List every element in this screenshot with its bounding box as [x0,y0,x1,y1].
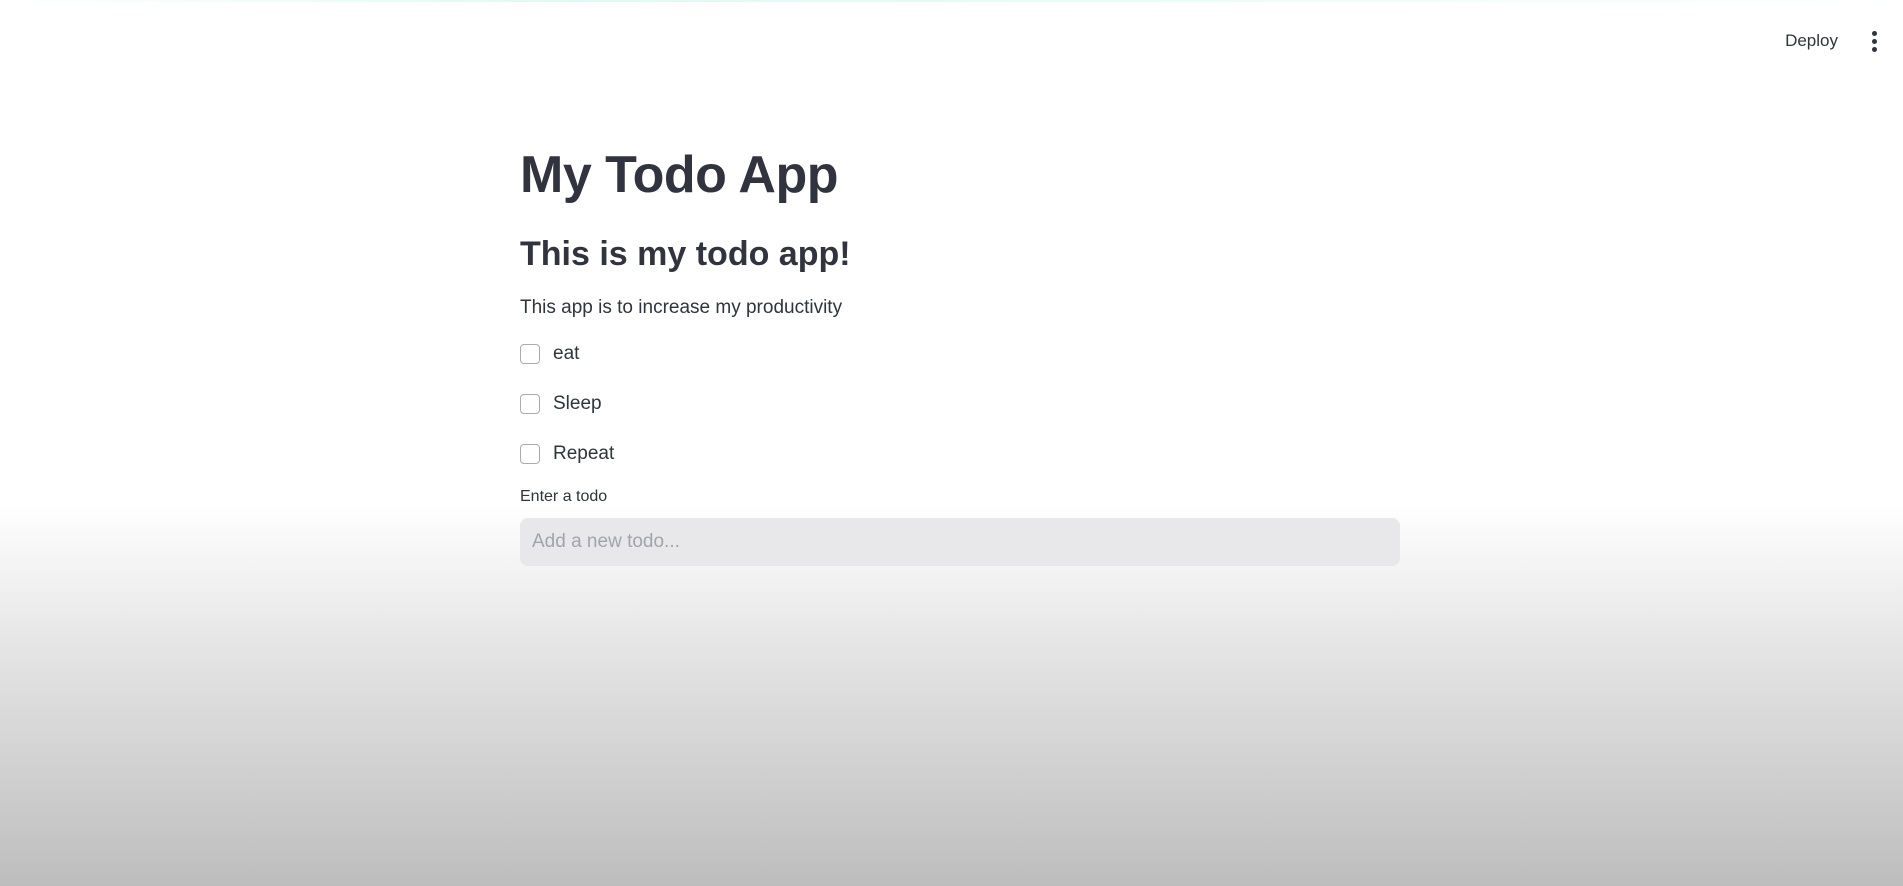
main-menu-button[interactable] [1862,26,1886,56]
ellipsis-dot [1871,46,1877,52]
ellipsis-dot [1871,38,1877,44]
checkbox-icon[interactable] [520,344,540,364]
todo-label: Sleep [553,393,602,414]
todo-label: eat [553,343,580,364]
checkbox-icon[interactable] [520,394,540,414]
todo-input[interactable] [520,518,1400,566]
subheader: This is my todo app! [520,235,851,273]
page-title: My Todo App [520,146,838,204]
top-decoration-bar [0,0,1903,2]
todo-checkbox-eat[interactable]: eat [520,340,1400,368]
description: This app is to increase my productivity [520,297,843,318]
checkbox-icon[interactable] [520,444,540,464]
todo-input-label: Enter a todo [520,488,608,505]
todo-checkbox-repeat[interactable]: Repeat [520,440,1400,468]
deploy-button[interactable]: Deploy [1775,25,1848,57]
todo-checkbox-sleep[interactable]: Sleep [520,390,1400,418]
app-header: Deploy [1775,0,1903,82]
todo-label: Repeat [553,443,615,464]
vertical-ellipsis-icon [1871,30,1877,36]
main-content: My Todo App This is my todo app! This ap… [520,138,1400,566]
